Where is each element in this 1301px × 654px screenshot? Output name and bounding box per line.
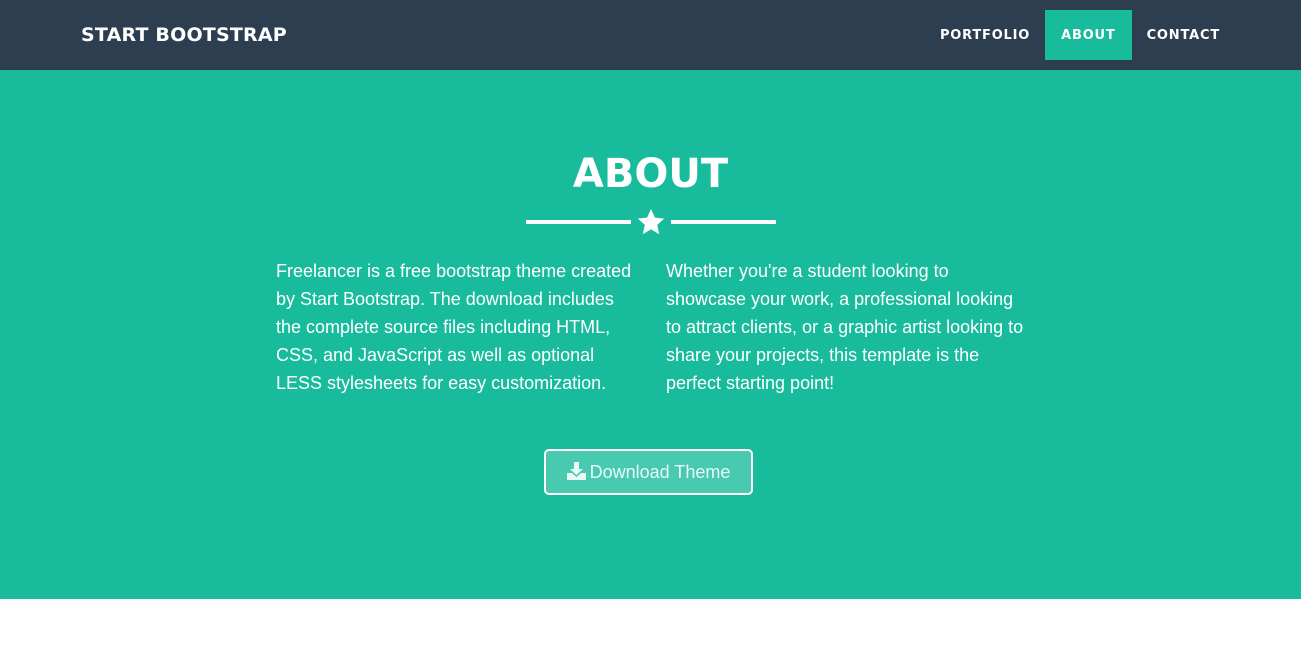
star-divider <box>526 208 776 238</box>
download-button-label: Download Theme <box>589 461 731 482</box>
about-text-left: Freelancer is a free bootstrap theme cre… <box>276 261 632 393</box>
divider-line-left <box>526 220 631 224</box>
download-icon <box>566 462 586 480</box>
star-icon <box>637 209 665 235</box>
navbar: START BOOTSTRAP PORTFOLIO ABOUT CONTACT <box>0 0 1301 70</box>
divider-line-right <box>671 220 776 224</box>
download-theme-button[interactable]: Download Theme <box>544 449 753 495</box>
nav-item-about[interactable]: ABOUT <box>1045 10 1132 60</box>
nav-menu: PORTFOLIO ABOUT CONTACT <box>925 10 1235 60</box>
section-title: ABOUT <box>572 151 729 197</box>
about-section: ABOUT Freelancer is a free bootstrap the… <box>0 70 1301 599</box>
nav-item-contact[interactable]: CONTACT <box>1132 10 1235 60</box>
brand-link[interactable]: START BOOTSTRAP <box>81 0 287 70</box>
nav-item-portfolio[interactable]: PORTFOLIO <box>925 10 1045 60</box>
about-text-right: Whether you're a student looking to show… <box>666 261 1024 393</box>
